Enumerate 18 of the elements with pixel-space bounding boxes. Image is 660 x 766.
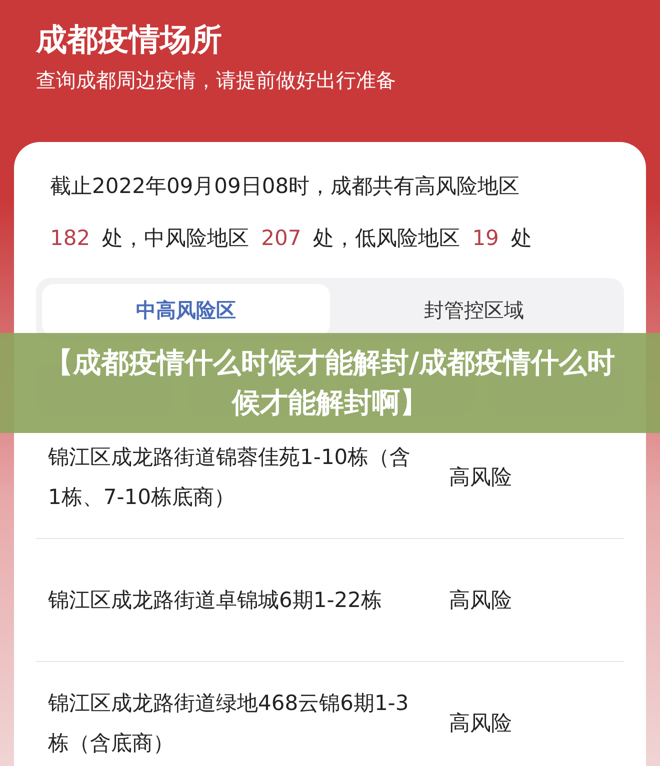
banner-title: 【成都疫情什么时候才能解封/成都疫情什么时候才能解封啊】 xyxy=(44,345,616,421)
summary-text: 处 xyxy=(510,226,532,250)
summary-text: 处，中风险地区 xyxy=(102,226,250,250)
risk-level: 高风险 xyxy=(449,710,512,737)
page-subtitle: 查询成都周边疫情，请提前做好出行准备 xyxy=(36,67,397,94)
risk-level: 高风险 xyxy=(449,464,512,491)
count-number: 207 xyxy=(261,226,302,250)
risk-level: 高风险 xyxy=(449,587,512,614)
summary-text: 处，低风险地区 xyxy=(313,226,460,250)
place-address: 锦江区成龙路街道锦蓉佳苑1-10栋（含1栋、7-10栋底商） xyxy=(48,444,412,511)
count-number: 182 xyxy=(50,226,90,250)
tab[interactable]: 中高风险区 xyxy=(42,284,330,336)
tab[interactable]: 封管控区域 xyxy=(330,284,618,336)
page-title: 成都疫情场所 xyxy=(36,21,223,60)
place-address: 锦江区成龙路街道卓锦城6期1-22栋 xyxy=(48,587,384,614)
summary-text: 截止2022年09月09日08时，成都共有高风险地区 xyxy=(50,173,521,200)
place-address: 锦江区成龙路街道绿地468云锦6期1-3栋（含底商） xyxy=(48,690,410,757)
count-number: 19 xyxy=(472,226,499,250)
